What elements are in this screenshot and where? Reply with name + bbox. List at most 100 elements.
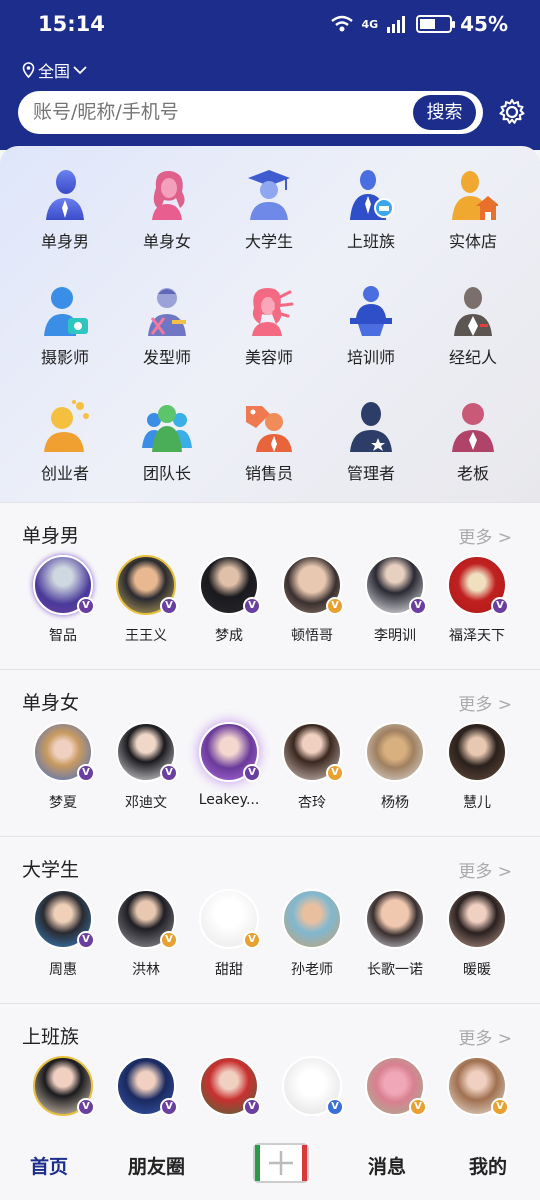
category-team-leader[interactable]: 团队长 xyxy=(117,400,217,484)
add-post-button[interactable] xyxy=(253,1143,309,1183)
category-graduate[interactable]: 大学生 xyxy=(219,168,319,252)
search-button[interactable]: 搜索 xyxy=(413,95,476,130)
trainer-icon xyxy=(350,286,392,336)
avatar: V xyxy=(116,555,178,615)
tab-messages[interactable]: 消息 xyxy=(368,1152,406,1179)
profile-card[interactable]: V 杏玲 xyxy=(272,722,352,812)
category-agent[interactable]: 经纪人 xyxy=(423,284,523,368)
profile-card[interactable]: V 周惠 xyxy=(23,889,103,979)
category-boss[interactable]: 老板 xyxy=(423,400,523,484)
more-link[interactable]: 更多 > xyxy=(458,523,512,548)
single-man-icon xyxy=(46,170,84,220)
category-label: 管理者 xyxy=(346,464,395,483)
category-photographer[interactable]: 摄影师 xyxy=(15,284,115,368)
plus-icon xyxy=(255,1145,307,1181)
profile-card[interactable]: V 甜甜 xyxy=(189,889,269,979)
category-store[interactable]: 实体店 xyxy=(423,168,523,252)
profile-name: 洪林 xyxy=(132,962,160,978)
avatar: V xyxy=(199,722,261,782)
section-title: 上班族 xyxy=(22,1026,80,1048)
profile-card[interactable]: 孙老师 xyxy=(272,889,352,979)
avatar xyxy=(365,889,425,949)
section-title: 大学生 xyxy=(22,859,80,881)
location-pin-icon xyxy=(22,62,35,78)
profile-card[interactable]: V 顿悟哥 xyxy=(272,555,352,645)
tab-mine[interactable]: 我的 xyxy=(469,1152,507,1179)
profile-card[interactable]: 长歌一诺 xyxy=(355,889,435,979)
profile-card[interactable]: V xyxy=(189,1056,269,1116)
profile-name: 王王义 xyxy=(125,628,167,644)
tab-home[interactable]: 首页 xyxy=(30,1152,68,1179)
category-office-worker[interactable]: 上班族 xyxy=(321,168,421,252)
profile-name: 顿悟哥 xyxy=(291,628,333,644)
search-input[interactable] xyxy=(33,91,413,134)
more-link[interactable]: 更多 > xyxy=(458,1024,512,1049)
more-link[interactable]: 更多 > xyxy=(458,857,512,882)
profile-card[interactable]: V 梦成 xyxy=(189,555,269,645)
category-hairstylist[interactable]: 发型师 xyxy=(117,284,217,368)
category-trainer[interactable]: 培训师 xyxy=(321,284,421,368)
wifi-icon xyxy=(331,15,354,32)
profile-card[interactable]: V xyxy=(106,1056,186,1116)
profile-card[interactable]: V 邓迪文 xyxy=(106,722,186,812)
profile-card[interactable]: V Leakey... xyxy=(189,722,269,808)
category-manager[interactable]: 管理者 xyxy=(321,400,421,484)
profile-card[interactable]: 杨杨 xyxy=(355,722,435,812)
gear-icon[interactable] xyxy=(497,97,527,127)
boss-icon xyxy=(452,403,494,452)
category-label: 单身男 xyxy=(40,232,89,251)
profile-card[interactable]: V 王王义 xyxy=(106,555,186,645)
vip-badge: V xyxy=(77,1098,95,1116)
profile-card[interactable]: 慧儿 xyxy=(437,722,517,812)
network-type: 4G xyxy=(361,17,379,31)
profile-card[interactable]: V 洪林 xyxy=(106,889,186,979)
category-single-woman[interactable]: 单身女 xyxy=(117,168,217,252)
category-salesperson[interactable]: 销售员 xyxy=(219,400,319,484)
vip-badge: V xyxy=(326,597,344,615)
category-entrepreneur[interactable]: 创业者 xyxy=(15,400,115,484)
profile-card[interactable]: V xyxy=(437,1056,517,1116)
more-link[interactable]: 更多 > xyxy=(458,690,512,715)
profile-card[interactable]: V xyxy=(355,1056,435,1116)
profile-name: 福泽天下 xyxy=(449,628,505,644)
profile-card[interactable]: V xyxy=(23,1056,103,1116)
vip-badge: V xyxy=(77,764,95,782)
category-label: 经纪人 xyxy=(448,348,497,367)
vip-badge: V xyxy=(326,1098,344,1116)
category-beautician[interactable]: 美容师 xyxy=(219,284,319,368)
avatar: V xyxy=(365,1056,427,1116)
manager-icon xyxy=(350,402,392,452)
avatar xyxy=(282,889,342,949)
status-time: 15:14 xyxy=(38,12,105,36)
profile-name: 孙老师 xyxy=(291,962,333,978)
avatar: V xyxy=(33,889,95,949)
profile-card[interactable]: V 李明训 xyxy=(355,555,435,645)
photographer-icon xyxy=(44,287,88,336)
profile-card[interactable]: V 智品 xyxy=(23,555,103,645)
profile-card[interactable]: V 福泽天下 xyxy=(437,555,517,645)
profile-name: 慧儿 xyxy=(463,795,491,811)
salesperson-icon xyxy=(246,406,292,452)
profile-card[interactable]: V 梦夏 xyxy=(23,722,103,812)
vip-badge: V xyxy=(160,1098,178,1116)
section-single-man: 单身男 更多 > V 智品 V 王王义 V 梦成 V 顿悟哥 V 李明训 V 福泽天下 xyxy=(0,502,540,667)
graduate-icon xyxy=(248,170,290,220)
section-title: 单身男 xyxy=(22,525,80,547)
category-label: 大学生 xyxy=(244,232,293,251)
single-woman-icon xyxy=(152,170,185,220)
profile-name: 杏玲 xyxy=(298,795,326,811)
category-panel: 单身男 单身女 大学生 上班族 实体店 摄影师 发型师 美容师 培训师 经纪人 … xyxy=(0,146,540,502)
vip-badge: V xyxy=(409,597,427,615)
avatar: V xyxy=(282,1056,344,1116)
tab-moments[interactable]: 朋友圈 xyxy=(128,1152,185,1179)
category-single-man[interactable]: 单身男 xyxy=(15,168,115,252)
profile-card[interactable]: 暖暖 xyxy=(437,889,517,979)
chevron-down-icon xyxy=(73,66,87,75)
location-selector[interactable]: 全国 xyxy=(22,58,87,82)
avatar: V xyxy=(447,1056,509,1116)
profile-card[interactable]: V xyxy=(272,1056,352,1116)
profile-name: Leakey... xyxy=(198,792,260,808)
profile-name: 甜甜 xyxy=(215,962,243,978)
vip-badge: V xyxy=(160,597,178,615)
battery-level: 45% xyxy=(460,12,508,36)
